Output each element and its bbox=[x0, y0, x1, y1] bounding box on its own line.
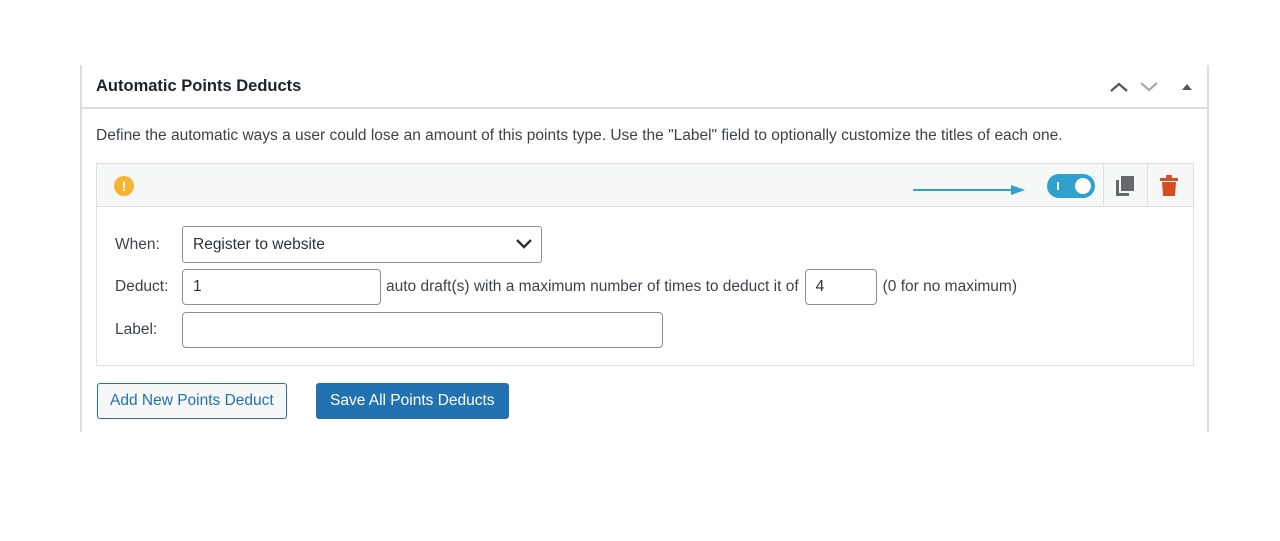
save-all-points-deducts-button[interactable]: Save All Points Deducts bbox=[316, 383, 509, 419]
when-row: When: Register to website bbox=[115, 226, 542, 263]
toggle-panel-button[interactable] bbox=[1175, 75, 1199, 99]
points-deduct-item: ! When: Register to website Deduct: 1 au… bbox=[96, 163, 1194, 366]
label-field-label: Label: bbox=[115, 321, 158, 338]
deduct-middle-text: auto draft(s) with a maximum number of t… bbox=[386, 278, 799, 295]
when-select[interactable]: Register to website bbox=[182, 226, 542, 263]
move-up-button[interactable] bbox=[1107, 75, 1131, 99]
enable-toggle[interactable] bbox=[1047, 174, 1095, 198]
label-input[interactable] bbox=[182, 312, 663, 348]
when-label: When: bbox=[115, 235, 160, 253]
warning-icon: ! bbox=[114, 176, 134, 196]
deduct-row: Deduct: auto draft(s) with a maximum num… bbox=[115, 269, 1017, 305]
toggle-knob bbox=[1075, 178, 1091, 194]
max-times-hint: (0 for no maximum) bbox=[882, 278, 1018, 295]
chevron-down-icon bbox=[1140, 82, 1158, 92]
deduct-label: Deduct: bbox=[115, 278, 169, 295]
max-times-input[interactable] bbox=[804, 269, 877, 305]
chevron-up-icon bbox=[1110, 82, 1128, 92]
automatic-points-deducts-panel: Automatic Points Deducts Define the auto… bbox=[80, 65, 1209, 432]
panel-header: Automatic Points Deducts bbox=[82, 65, 1207, 109]
when-select-value: Register to website bbox=[193, 236, 325, 253]
toggle-on-mark bbox=[1057, 182, 1059, 190]
move-down-button[interactable] bbox=[1137, 75, 1161, 99]
arrow-icon bbox=[913, 185, 1025, 195]
duplicate-icon bbox=[1116, 175, 1134, 196]
triangle-up-icon bbox=[1182, 84, 1192, 90]
panel-title: Automatic Points Deducts bbox=[96, 77, 302, 95]
add-new-points-deduct-button[interactable]: Add New Points Deduct bbox=[97, 383, 287, 419]
panel-description: Define the automatic ways a user could l… bbox=[96, 127, 1063, 144]
item-toolbar: ! bbox=[97, 164, 1193, 207]
delete-button[interactable] bbox=[1147, 164, 1191, 207]
chevron-down-icon bbox=[516, 239, 532, 249]
duplicate-button[interactable] bbox=[1103, 164, 1147, 207]
trash-icon bbox=[1160, 175, 1178, 196]
deduct-amount-input[interactable] bbox=[182, 269, 381, 305]
label-row: Label: bbox=[115, 312, 663, 348]
